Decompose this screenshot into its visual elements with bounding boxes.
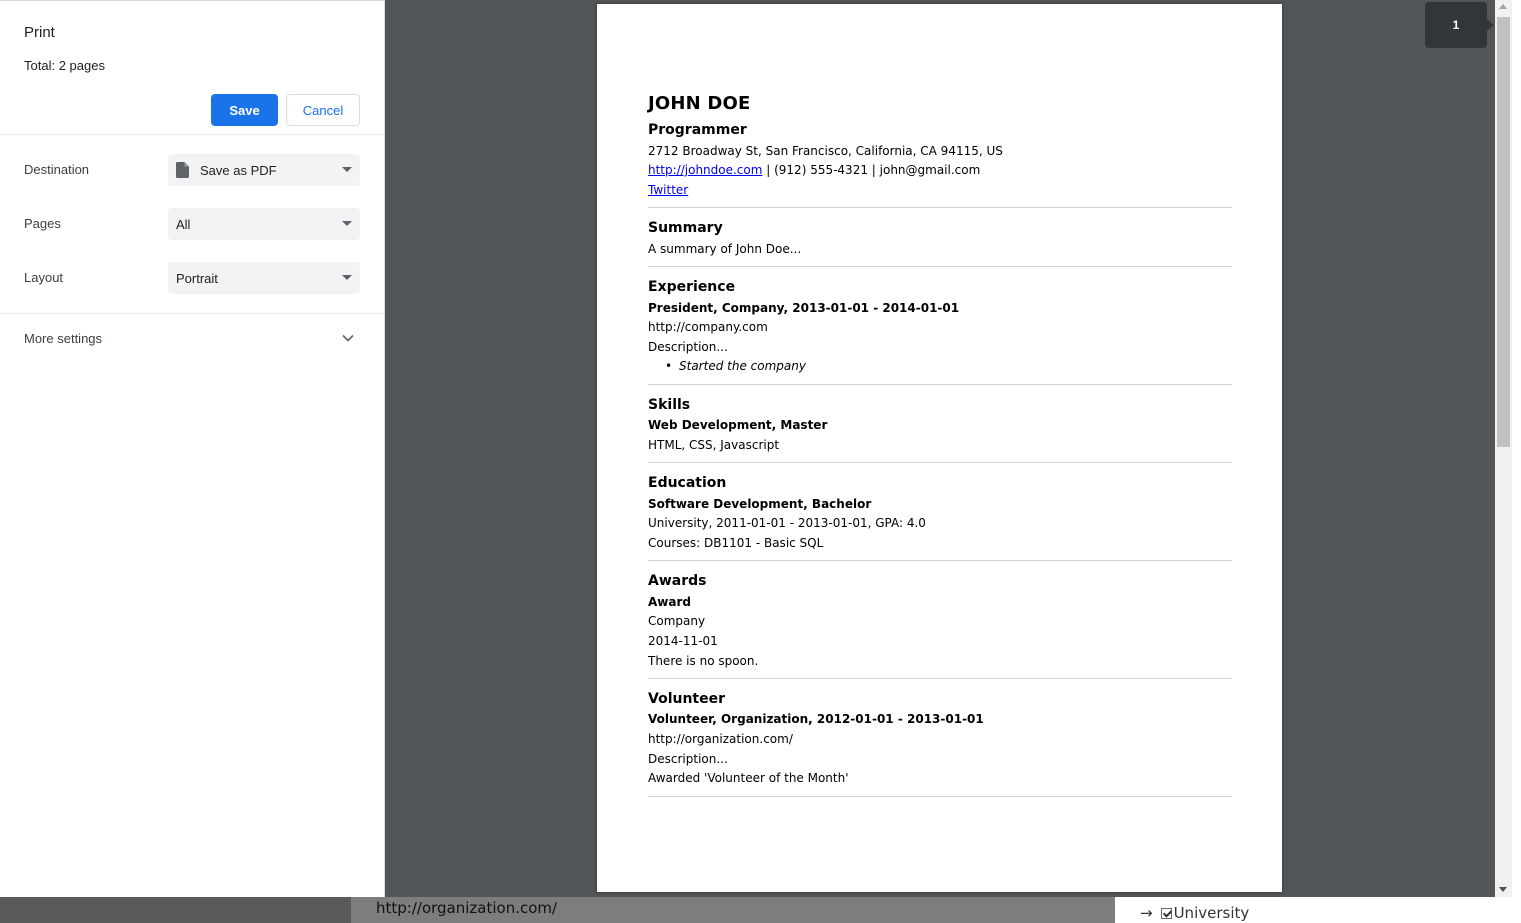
more-settings-toggle[interactable]: More settings (0, 323, 384, 355)
preview-page: JOHN DOE Programmer 2712 Broadway St, Sa… (597, 4, 1282, 892)
section-divider (648, 796, 1232, 797)
resume-contact: http://johndoe.com | (912) 555-4321 | jo… (648, 163, 980, 177)
more-settings-label: More settings (24, 331, 103, 346)
volunteer-title: Volunteer, Organization, 2012-01-01 - 20… (648, 712, 984, 726)
total-pages: Total: 2 pages (24, 58, 105, 73)
pages-label: Pages (24, 216, 61, 231)
preview-scrollbar[interactable] (1495, 0, 1512, 897)
layout-select[interactable]: Portrait (168, 262, 360, 294)
print-settings-panel: Print Total: 2 pages Save Cancel Destina… (0, 0, 385, 897)
summary-text: A summary of John Doe... (648, 242, 802, 256)
pages-select[interactable]: All (168, 208, 360, 240)
website-link[interactable]: http://johndoe.com (648, 163, 762, 177)
education-details: University, 2011-01-01 - 2013-01-01, GPA… (648, 516, 926, 530)
awards-heading: Awards (648, 573, 707, 589)
divider (0, 313, 384, 314)
resume-role: Programmer (648, 122, 747, 138)
scroll-down-arrow-icon[interactable] (1499, 887, 1507, 892)
divider (0, 134, 384, 135)
experience-highlight: Started the company (679, 359, 806, 373)
summary-heading: Summary (648, 220, 723, 236)
dropdown-arrow-icon (342, 275, 352, 280)
contact-details: | (912) 555-4321 | john@gmail.com (762, 163, 981, 177)
destination-select[interactable]: Save as PDF (168, 154, 360, 186)
underlying-checkbox-row: → University (1140, 904, 1249, 922)
resume-name: JOHN DOE (648, 93, 751, 114)
underlying-page-strip (0, 897, 351, 923)
cancel-button[interactable]: Cancel (286, 94, 360, 126)
print-title: Print (24, 24, 55, 41)
award-date: 2014-11-01 (648, 634, 718, 648)
experience-heading: Experience (648, 279, 736, 295)
window-edge (1512, 0, 1521, 923)
section-divider (648, 384, 1232, 385)
award-awarder: Company (648, 614, 706, 628)
volunteer-url: http://organization.com/ (648, 732, 793, 746)
education-heading: Education (648, 475, 727, 491)
underlying-url-text: http://organization.com/ (376, 899, 558, 917)
total-pages-value: 2 pages (58, 58, 105, 73)
resume-address: 2712 Broadway St, San Francisco, Califor… (648, 144, 1003, 158)
destination-label: Destination (24, 162, 90, 177)
experience-url: http://company.com (648, 320, 768, 334)
volunteer-heading: Volunteer (648, 691, 726, 707)
layout-label: Layout (24, 270, 64, 285)
experience-description: Description... (648, 340, 728, 354)
arrow-icon: → (1140, 904, 1153, 922)
scroll-up-arrow-icon[interactable] (1499, 4, 1507, 9)
chevron-down-icon (342, 334, 354, 342)
volunteer-highlight: Awarded 'Volunteer of the Month' (648, 771, 849, 785)
document-icon (176, 162, 189, 178)
award-summary: There is no spoon. (648, 654, 759, 668)
bullet-icon: • (665, 359, 673, 373)
section-divider (648, 462, 1232, 463)
education-title: Software Development, Bachelor (648, 497, 872, 511)
volunteer-description: Description... (648, 752, 728, 766)
skills-heading: Skills (648, 397, 691, 413)
section-divider (648, 207, 1232, 208)
twitter-link[interactable]: Twitter (648, 183, 688, 197)
section-divider (648, 678, 1232, 679)
scroll-thumb[interactable] (1497, 17, 1510, 447)
section-divider (648, 266, 1232, 267)
experience-title: President, Company, 2013-01-01 - 2014-01… (648, 301, 960, 315)
education-courses: Courses: DB1101 - Basic SQL (648, 536, 824, 550)
pages-value: All (176, 216, 191, 232)
dropdown-arrow-icon (342, 167, 352, 172)
dropdown-arrow-icon (342, 221, 352, 226)
resume-profile: Twitter (648, 183, 688, 197)
skills-keywords: HTML, CSS, Javascript (648, 438, 780, 452)
page-number-badge: 1 (1425, 2, 1494, 48)
award-title: Award (648, 595, 691, 609)
total-prefix: Total: (24, 58, 59, 73)
layout-value: Portrait (176, 270, 218, 286)
checkbox[interactable] (1160, 907, 1172, 919)
section-divider (648, 560, 1232, 561)
save-button[interactable]: Save (211, 94, 278, 126)
skills-title: Web Development, Master (648, 418, 828, 432)
checkbox-label: University (1173, 904, 1250, 922)
